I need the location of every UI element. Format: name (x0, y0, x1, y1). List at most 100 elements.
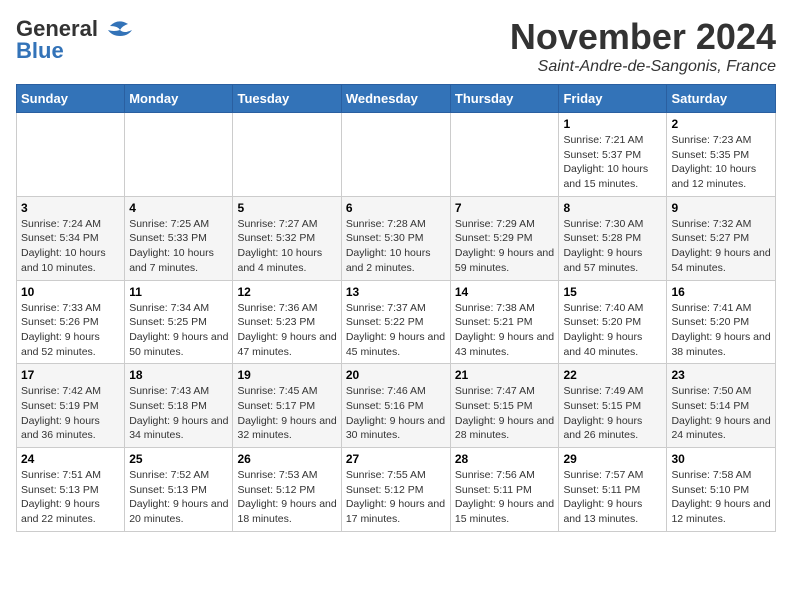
header-sunday: Sunday (17, 85, 125, 113)
table-row: 28 Sunrise: 7:56 AMSunset: 5:11 PMDayligh… (450, 448, 559, 532)
table-row: 22 Sunrise: 7:49 AMSunset: 5:15 PMDayligh… (559, 364, 667, 448)
day-info: Sunrise: 7:55 AMSunset: 5:12 PMDaylight:… (346, 468, 446, 527)
day-info: Sunrise: 7:33 AMSunset: 5:26 PMDaylight:… (21, 301, 120, 360)
day-info: Sunrise: 7:37 AMSunset: 5:22 PMDaylight:… (346, 301, 446, 360)
day-number: 17 (21, 368, 120, 382)
logo: General Blue (16, 16, 138, 64)
table-row: 23 Sunrise: 7:50 AMSunset: 5:14 PMDayligh… (667, 364, 776, 448)
table-row (450, 113, 559, 197)
day-info: Sunrise: 7:40 AMSunset: 5:20 PMDaylight:… (563, 301, 662, 360)
day-number: 18 (129, 368, 228, 382)
table-row: 5 Sunrise: 7:27 AMSunset: 5:32 PMDaylight… (233, 196, 341, 280)
day-number: 26 (237, 452, 336, 466)
header-thursday: Thursday (450, 85, 559, 113)
day-number: 20 (346, 368, 446, 382)
day-number: 2 (671, 117, 771, 131)
table-row: 26 Sunrise: 7:53 AMSunset: 5:12 PMDayligh… (233, 448, 341, 532)
table-row: 14Sunrise: 7:38 AMSunset: 5:21 PMDayligh… (450, 280, 559, 364)
day-info: Sunrise: 7:49 AMSunset: 5:15 PMDaylight:… (563, 384, 662, 443)
header-wednesday: Wednesday (341, 85, 450, 113)
day-info: Sunrise: 7:27 AMSunset: 5:32 PMDaylight:… (237, 217, 336, 276)
table-row (17, 113, 125, 197)
day-number: 24 (21, 452, 120, 466)
day-info: Sunrise: 7:51 AMSunset: 5:13 PMDaylight:… (21, 468, 120, 527)
day-info: Sunrise: 7:24 AMSunset: 5:34 PMDaylight:… (21, 217, 120, 276)
table-row: 21 Sunrise: 7:47 AMSunset: 5:15 PMDayligh… (450, 364, 559, 448)
day-number: 21 (455, 368, 555, 382)
day-info: Sunrise: 7:30 AMSunset: 5:28 PMDaylight:… (563, 217, 662, 276)
table-row: 11Sunrise: 7:34 AMSunset: 5:25 PMDayligh… (125, 280, 233, 364)
table-row: 3 Sunrise: 7:24 AMSunset: 5:34 PMDaylight… (17, 196, 125, 280)
day-number: 6 (346, 201, 446, 215)
day-number: 19 (237, 368, 336, 382)
calendar-week-row: 24 Sunrise: 7:51 AMSunset: 5:13 PMDayligh… (17, 448, 776, 532)
day-number: 8 (563, 201, 662, 215)
day-info: Sunrise: 7:38 AMSunset: 5:21 PMDaylight:… (455, 301, 555, 360)
calendar-title-block: November 2024 Saint-Andre-de-Sangonis, F… (510, 16, 776, 76)
day-number: 30 (671, 452, 771, 466)
day-info: Sunrise: 7:56 AMSunset: 5:11 PMDaylight:… (455, 468, 555, 527)
day-number: 22 (563, 368, 662, 382)
table-row: 2 Sunrise: 7:23 AMSunset: 5:35 PMDaylight… (667, 113, 776, 197)
day-info: Sunrise: 7:47 AMSunset: 5:15 PMDaylight:… (455, 384, 555, 443)
day-number: 3 (21, 201, 120, 215)
day-info: Sunrise: 7:32 AMSunset: 5:27 PMDaylight:… (671, 217, 771, 276)
logo-blue-text: Blue (16, 38, 64, 64)
day-info: Sunrise: 7:29 AMSunset: 5:29 PMDaylight:… (455, 217, 555, 276)
header-monday: Monday (125, 85, 233, 113)
day-number: 5 (237, 201, 336, 215)
day-number: 23 (671, 368, 771, 382)
table-row: 6Sunrise: 7:28 AMSunset: 5:30 PMDaylight… (341, 196, 450, 280)
day-info: Sunrise: 7:34 AMSunset: 5:25 PMDaylight:… (129, 301, 228, 360)
day-info: Sunrise: 7:57 AMSunset: 5:11 PMDaylight:… (563, 468, 662, 527)
table-row: 20 Sunrise: 7:46 AMSunset: 5:16 PMDayligh… (341, 364, 450, 448)
day-info: Sunrise: 7:21 AMSunset: 5:37 PMDaylight:… (563, 133, 662, 192)
table-row (341, 113, 450, 197)
table-row: 17 Sunrise: 7:42 AMSunset: 5:19 PMDayligh… (17, 364, 125, 448)
table-row: 27 Sunrise: 7:55 AMSunset: 5:12 PMDayligh… (341, 448, 450, 532)
calendar-week-row: 17 Sunrise: 7:42 AMSunset: 5:19 PMDayligh… (17, 364, 776, 448)
location-title: Saint-Andre-de-Sangonis, France (510, 58, 776, 76)
day-number: 13 (346, 285, 446, 299)
day-number: 4 (129, 201, 228, 215)
table-row: 12Sunrise: 7:36 AMSunset: 5:23 PMDayligh… (233, 280, 341, 364)
day-info: Sunrise: 7:53 AMSunset: 5:12 PMDaylight:… (237, 468, 336, 527)
day-number: 7 (455, 201, 555, 215)
day-info: Sunrise: 7:52 AMSunset: 5:13 PMDaylight:… (129, 468, 228, 527)
table-row: 29 Sunrise: 7:57 AMSunset: 5:11 PMDayligh… (559, 448, 667, 532)
header-friday: Friday (559, 85, 667, 113)
table-row: 30 Sunrise: 7:58 AMSunset: 5:10 PMDayligh… (667, 448, 776, 532)
table-row: 4Sunrise: 7:25 AMSunset: 5:33 PMDaylight… (125, 196, 233, 280)
table-row: 18Sunrise: 7:43 AMSunset: 5:18 PMDayligh… (125, 364, 233, 448)
day-info: Sunrise: 7:36 AMSunset: 5:23 PMDaylight:… (237, 301, 336, 360)
table-row: 8 Sunrise: 7:30 AMSunset: 5:28 PMDaylight… (559, 196, 667, 280)
table-row: 9Sunrise: 7:32 AMSunset: 5:27 PMDaylight… (667, 196, 776, 280)
page-header: General Blue November 2024 Saint-Andre-d… (16, 16, 776, 76)
table-row: 10 Sunrise: 7:33 AMSunset: 5:26 PMDayligh… (17, 280, 125, 364)
table-row: 1 Sunrise: 7:21 AMSunset: 5:37 PMDaylight… (559, 113, 667, 197)
calendar-week-row: 3 Sunrise: 7:24 AMSunset: 5:34 PMDaylight… (17, 196, 776, 280)
table-row (233, 113, 341, 197)
day-number: 25 (129, 452, 228, 466)
logo-bird-icon (100, 18, 138, 40)
table-row: 24 Sunrise: 7:51 AMSunset: 5:13 PMDayligh… (17, 448, 125, 532)
calendar-week-row: 1 Sunrise: 7:21 AMSunset: 5:37 PMDaylight… (17, 113, 776, 197)
table-row: 16Sunrise: 7:41 AMSunset: 5:20 PMDayligh… (667, 280, 776, 364)
day-number: 10 (21, 285, 120, 299)
day-number: 1 (563, 117, 662, 131)
day-number: 27 (346, 452, 446, 466)
day-info: Sunrise: 7:50 AMSunset: 5:14 PMDaylight:… (671, 384, 771, 443)
header-tuesday: Tuesday (233, 85, 341, 113)
day-number: 29 (563, 452, 662, 466)
day-info: Sunrise: 7:42 AMSunset: 5:19 PMDaylight:… (21, 384, 120, 443)
calendar-header-row: Sunday Monday Tuesday Wednesday Thursday… (17, 85, 776, 113)
day-info: Sunrise: 7:46 AMSunset: 5:16 PMDaylight:… (346, 384, 446, 443)
calendar-table: Sunday Monday Tuesday Wednesday Thursday… (16, 84, 776, 532)
day-info: Sunrise: 7:23 AMSunset: 5:35 PMDaylight:… (671, 133, 771, 192)
day-number: 15 (563, 285, 662, 299)
calendar-week-row: 10 Sunrise: 7:33 AMSunset: 5:26 PMDayligh… (17, 280, 776, 364)
day-info: Sunrise: 7:58 AMSunset: 5:10 PMDaylight:… (671, 468, 771, 527)
header-saturday: Saturday (667, 85, 776, 113)
table-row: 13 Sunrise: 7:37 AMSunset: 5:22 PMDayligh… (341, 280, 450, 364)
day-number: 28 (455, 452, 555, 466)
